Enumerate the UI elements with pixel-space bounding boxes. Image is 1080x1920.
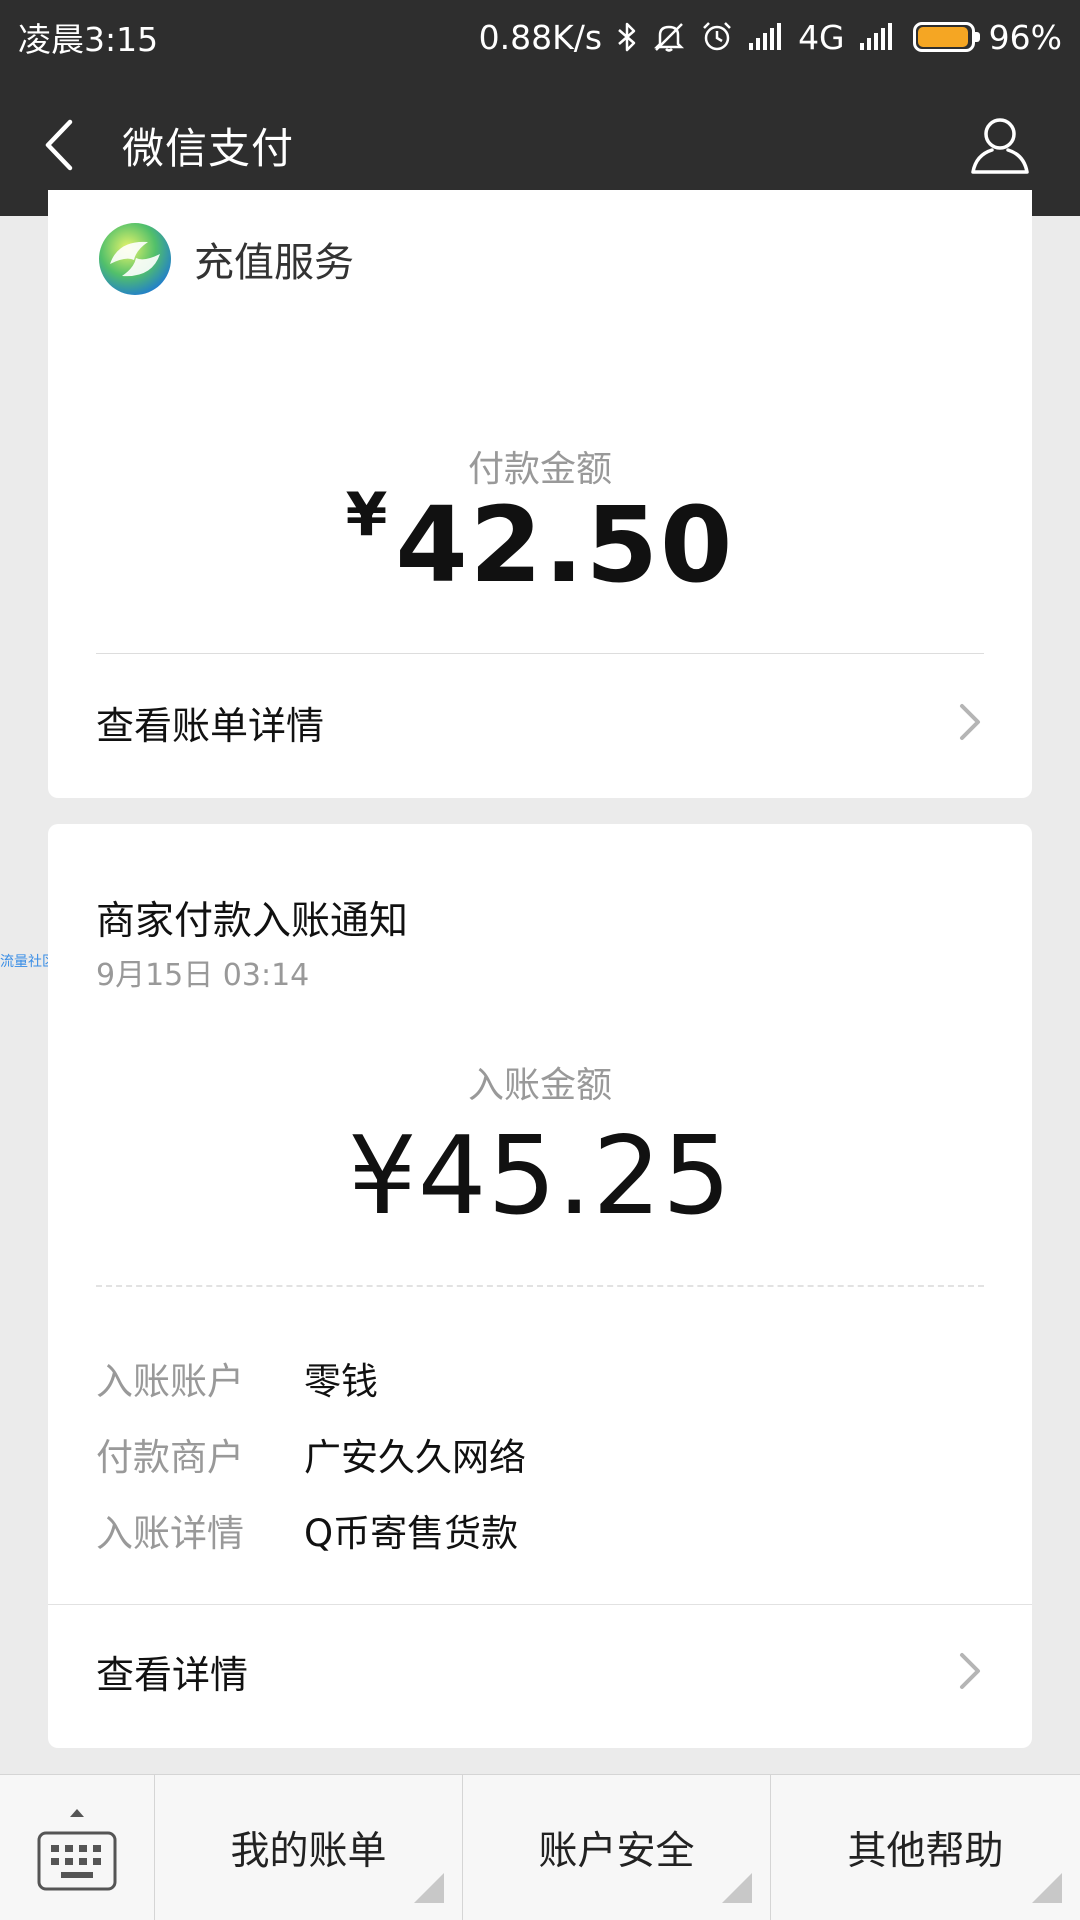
submenu-indicator-icon bbox=[722, 1873, 752, 1903]
menu-my-bills[interactable]: 我的账单 bbox=[155, 1775, 463, 1920]
detail-row-account: 入账账户 零钱 bbox=[96, 1340, 526, 1416]
detail-value: 零钱 bbox=[304, 1360, 378, 1403]
signal-icon-2 bbox=[859, 23, 895, 51]
view-details-link[interactable]: 查看详情 bbox=[96, 1626, 984, 1716]
received-amount: ¥45.25 bbox=[348, 1114, 732, 1239]
view-details-label: 查看详情 bbox=[96, 1652, 249, 1697]
dashed-divider bbox=[96, 1285, 984, 1287]
received-amount-label: 入账金额 bbox=[467, 1065, 612, 1106]
back-arrow-icon bbox=[45, 119, 73, 171]
signal-icon bbox=[748, 23, 784, 51]
divider bbox=[96, 653, 984, 654]
menu-other-help[interactable]: 其他帮助 bbox=[771, 1775, 1080, 1920]
divider bbox=[48, 1604, 1032, 1605]
menu-item-label: 其他帮助 bbox=[847, 1829, 1004, 1874]
view-bill-details-link[interactable]: 查看账单详情 bbox=[96, 677, 984, 767]
battery-percent: 96% bbox=[988, 17, 1062, 57]
detail-row-merchant: 付款商户 广安久久网络 bbox=[96, 1416, 526, 1492]
notice-title: 商家付款入账通知 bbox=[96, 899, 409, 944]
service-row: 充值服务 bbox=[96, 220, 354, 298]
detail-value: Q币寄售货款 bbox=[304, 1512, 519, 1555]
network-type: 4G bbox=[798, 17, 845, 57]
bluetooth-icon bbox=[616, 21, 638, 53]
keyboard-icon bbox=[37, 1809, 117, 1891]
currency-symbol: ¥ bbox=[345, 480, 390, 550]
detail-key: 付款商户 bbox=[96, 1436, 244, 1479]
battery-icon bbox=[912, 22, 980, 52]
mute-bell-icon bbox=[652, 20, 686, 54]
wechat-pay-screen: 凌晨3:15 0.88K/s 4G 96% 微信支付 充值服务 付款金额 ¥42… bbox=[0, 0, 1080, 1920]
keyboard-toggle-button[interactable] bbox=[0, 1775, 155, 1920]
person-icon bbox=[971, 118, 1029, 174]
chevron-right-icon bbox=[960, 704, 980, 740]
detail-key: 入账账户 bbox=[96, 1360, 244, 1403]
chevron-right-icon bbox=[960, 1653, 980, 1689]
submenu-indicator-icon bbox=[414, 1873, 444, 1903]
menu-item-label: 我的账单 bbox=[230, 1829, 387, 1874]
menu-account-security[interactable]: 账户安全 bbox=[463, 1775, 771, 1920]
profile-button[interactable] bbox=[968, 115, 1032, 175]
submenu-indicator-icon bbox=[1032, 1873, 1062, 1903]
bottom-menu: 我的账单 账户安全 其他帮助 bbox=[0, 1774, 1080, 1920]
status-time: 凌晨3:15 bbox=[18, 20, 159, 59]
alarm-icon bbox=[700, 20, 734, 54]
status-bar: 凌晨3:15 0.88K/s 4G 96% bbox=[0, 0, 1080, 74]
qq-recharge-logo-icon bbox=[99, 223, 171, 295]
merchant-payment-notice-card: 商家付款入账通知 9月15日 03:14 入账金额 ¥45.25 入账账户 零钱… bbox=[48, 824, 1032, 1748]
view-bill-details-label: 查看账单详情 bbox=[96, 703, 325, 748]
menu-item-label: 账户安全 bbox=[538, 1829, 695, 1874]
service-name: 充值服务 bbox=[194, 240, 354, 286]
net-speed: 0.88K/s bbox=[478, 17, 603, 57]
payment-amount: ¥42.50 bbox=[48, 480, 1032, 606]
detail-row-description: 入账详情 Q币寄售货款 bbox=[96, 1492, 526, 1568]
payment-amount-value: 42.50 bbox=[395, 484, 735, 606]
detail-key: 入账详情 bbox=[96, 1512, 244, 1555]
detail-value: 广安久久网络 bbox=[304, 1436, 526, 1479]
detail-list: 入账账户 零钱 付款商户 广安久久网络 入账详情 Q币寄售货款 bbox=[96, 1340, 526, 1568]
payment-card: 充值服务 付款金额 ¥42.50 查看账单详情 bbox=[48, 190, 1032, 798]
notice-time: 9月15日 03:14 bbox=[96, 958, 310, 993]
page-title: 微信支付 bbox=[122, 123, 295, 173]
